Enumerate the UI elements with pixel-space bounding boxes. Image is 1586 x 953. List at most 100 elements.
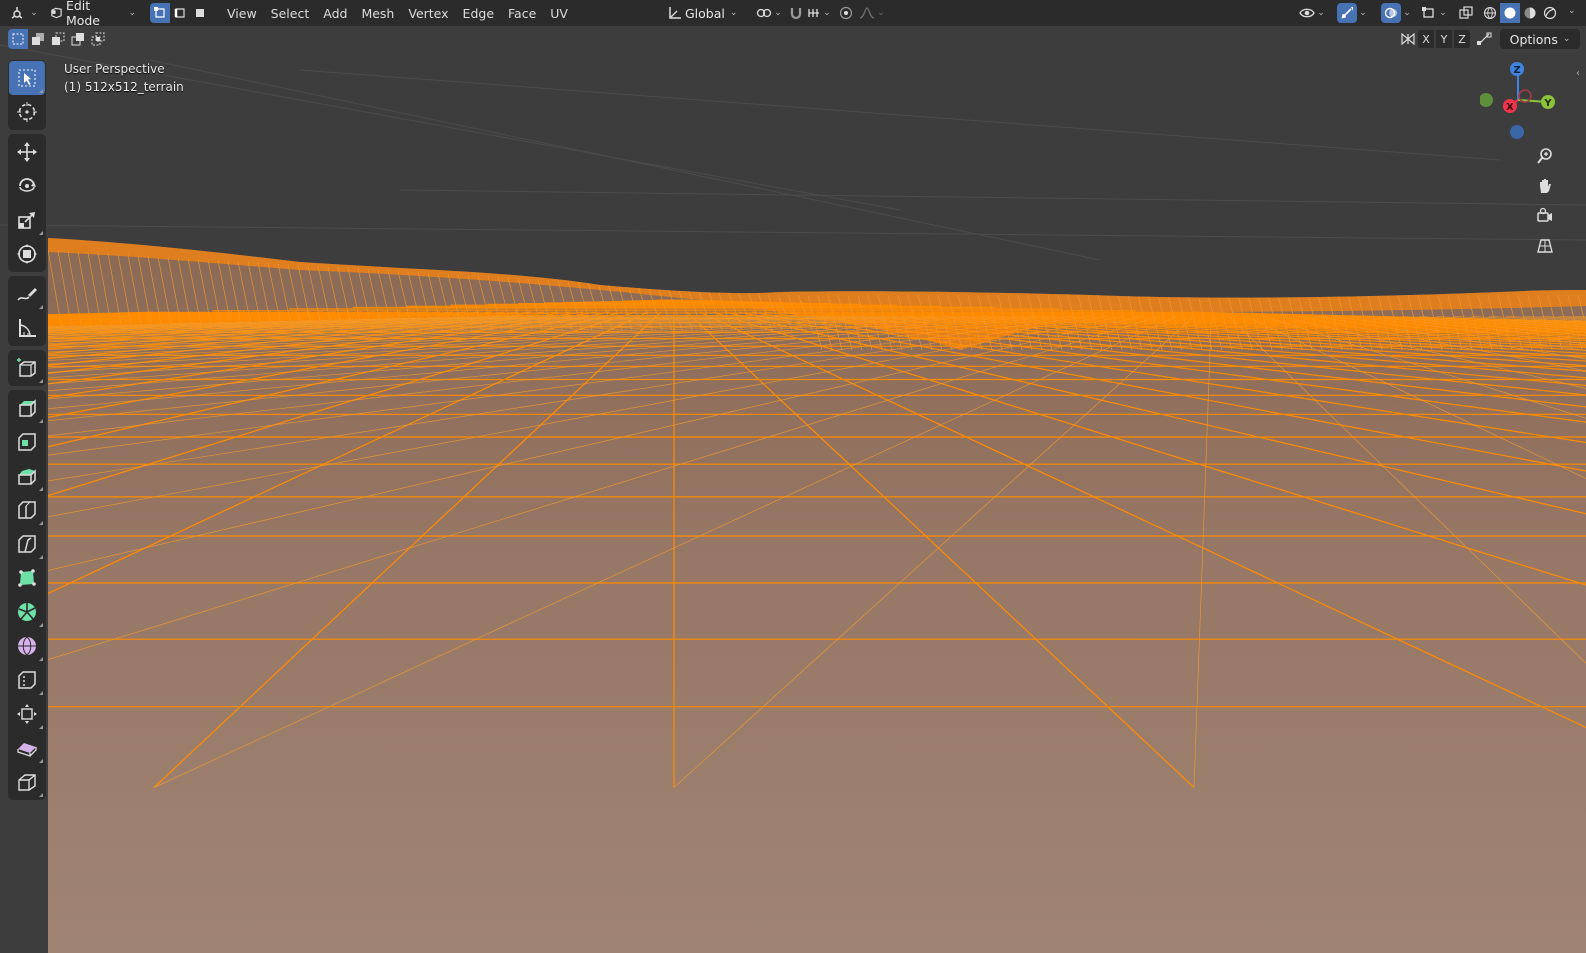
add-cube-icon (17, 358, 36, 377)
mode-label: Edit Mode (65, 0, 100, 28)
spin-tool[interactable] (9, 595, 45, 629)
3d-viewport[interactable]: User Perspective (1) 512x512_terrain Z Y… (0, 0, 1586, 953)
rotate-tool[interactable] (9, 169, 45, 203)
cursor-tool[interactable] (9, 95, 45, 129)
edit-mode-icon (51, 7, 62, 19)
select-new-mode[interactable] (8, 29, 28, 49)
chevron-down-icon: ⌄ (30, 8, 38, 18)
select-intersect-mode[interactable] (88, 29, 108, 49)
scale-tool[interactable] (9, 203, 45, 237)
vertex-select-mode[interactable] (150, 3, 170, 23)
transform-tool[interactable] (9, 237, 45, 271)
options-dropdown[interactable]: Options ⌄ (1500, 29, 1580, 49)
select-invert-mode[interactable] (68, 29, 88, 49)
menu-add[interactable]: Add (316, 3, 354, 23)
navigation-gizmo[interactable]: Z Y X (1480, 58, 1570, 148)
xray-icon (1459, 6, 1473, 19)
terrain-mesh-view[interactable] (0, 0, 1586, 953)
move-icon (17, 142, 37, 162)
mode-selector[interactable]: Edit Mode ⌄ (46, 0, 140, 28)
inset-faces-tool[interactable] (9, 425, 45, 459)
material-preview-shading[interactable] (1520, 3, 1540, 23)
edge-slide-icon (18, 671, 36, 689)
editor-type-icon (11, 7, 23, 19)
proportional-editing-toggle[interactable] (838, 3, 854, 23)
rip-region-tool[interactable] (9, 765, 45, 799)
add-cube-tool[interactable] (9, 351, 45, 385)
spin-icon (18, 603, 36, 621)
chevron-down-icon: ⌄ (774, 8, 782, 18)
snap-target-selector[interactable]: ⌄ (806, 3, 832, 23)
falloff-curve-icon (860, 7, 875, 19)
proportional-falloff-selector[interactable]: ⌄ (858, 3, 886, 23)
editor-type-selector[interactable]: ⌄ (6, 3, 42, 23)
shading-options-chevron-icon[interactable]: ⌄ (1568, 6, 1576, 16)
menu-select[interactable]: Select (264, 3, 317, 23)
xray-toggle[interactable] (1456, 3, 1476, 23)
rendered-shading[interactable] (1540, 3, 1560, 23)
gizmo-neg-z[interactable] (1510, 125, 1524, 139)
pan-hand-icon[interactable] (1532, 173, 1558, 199)
menu-edge[interactable]: Edge (456, 3, 501, 23)
annotate-tool[interactable] (9, 277, 45, 311)
mesh-edit-overlays-selector[interactable]: ⌄ (1418, 3, 1450, 23)
mirror-axes: X Y Z (1400, 30, 1492, 48)
snap-toggle[interactable] (788, 3, 804, 23)
measure-ruler-icon (19, 319, 36, 337)
menu-vertex[interactable]: Vertex (401, 3, 455, 23)
shear-tool[interactable] (9, 731, 45, 765)
gizmo-neg-y[interactable] (1480, 93, 1493, 107)
overlays-icon (1385, 7, 1398, 19)
chevron-down-icon: ⌄ (1439, 8, 1447, 18)
background-grid-lines (0, 44, 1586, 261)
camera-view-icon[interactable] (1532, 203, 1558, 229)
menu-uv[interactable]: UV (543, 3, 575, 23)
chevron-down-icon: ⌄ (1562, 34, 1571, 44)
rendered-sphere-icon (1543, 6, 1557, 20)
bevel-tool[interactable] (9, 459, 45, 493)
rotate-icon (19, 178, 36, 192)
mirror-x-toggle[interactable]: X (1418, 30, 1434, 48)
scale-icon (18, 212, 35, 229)
knife-tool[interactable] (9, 527, 45, 561)
move-tool[interactable] (9, 135, 45, 169)
mirror-z-toggle[interactable]: Z (1454, 30, 1470, 48)
zoom-icon[interactable] (1532, 143, 1558, 169)
select-invert-icon (71, 33, 84, 46)
pivot-point-selector[interactable]: ⌄ (754, 3, 784, 23)
shear-icon (17, 743, 37, 757)
select-extend-icon (32, 33, 44, 45)
transform-icon (17, 244, 37, 264)
select-extend-mode[interactable] (28, 29, 48, 49)
extrude-region-tool[interactable] (9, 391, 45, 425)
loop-cut-tool[interactable] (9, 493, 45, 527)
smooth-tool[interactable] (9, 629, 45, 663)
select-mode-group (150, 3, 210, 23)
edge-select-mode[interactable] (170, 3, 190, 23)
mirror-y-toggle[interactable]: Y (1436, 30, 1452, 48)
topology-mirror-icon[interactable] (1476, 31, 1492, 47)
select-subtract-mode[interactable] (48, 29, 68, 49)
viewport-info: User Perspective (1) 512x512_terrain (64, 60, 184, 96)
select-box-tool[interactable] (9, 61, 45, 95)
visibility-selector[interactable]: ⌄ (1296, 3, 1328, 23)
loop-cut-icon (18, 501, 36, 519)
edge-slide-tool[interactable] (9, 663, 45, 697)
face-select-mode[interactable] (190, 3, 210, 23)
wireframe-shading[interactable] (1480, 3, 1500, 23)
menu-face[interactable]: Face (501, 3, 543, 23)
shrink-fatten-tool[interactable] (9, 697, 45, 731)
orientation-icon (669, 7, 681, 19)
snap-increment-icon (808, 9, 820, 17)
measure-tool[interactable] (9, 311, 45, 345)
menu-view[interactable]: View (220, 3, 264, 23)
sidebar-toggle-icon[interactable]: ‹ (1576, 68, 1580, 79)
transform-orientation-selector[interactable]: Global ⌄ (664, 3, 746, 23)
solid-shading[interactable] (1500, 3, 1520, 23)
poly-build-tool[interactable] (9, 561, 45, 595)
knife-icon (18, 535, 36, 553)
gizmo-toggle[interactable]: ⌄ (1334, 3, 1370, 23)
perspective-toggle-icon[interactable] (1532, 233, 1558, 259)
overlays-toggle[interactable]: ⌄ (1378, 3, 1414, 23)
menu-mesh[interactable]: Mesh (354, 3, 401, 23)
